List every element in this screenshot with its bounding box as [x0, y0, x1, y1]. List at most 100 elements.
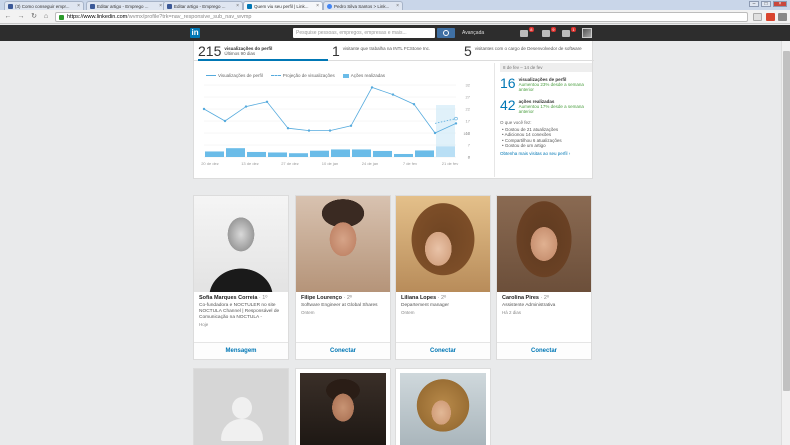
close-tab-icon[interactable]: × — [236, 3, 239, 9]
back-icon[interactable]: ← — [4, 13, 12, 21]
minimize-icon[interactable]: – — [749, 1, 759, 7]
browser-tab-active[interactable]: Quem viu seu perfil | Link... × — [243, 1, 323, 10]
connect-button[interactable]: Conectar — [296, 342, 390, 359]
close-window-icon[interactable]: × — [773, 1, 787, 7]
visitor-card[interactable] — [193, 368, 289, 445]
close-tab-icon[interactable]: × — [396, 3, 399, 9]
close-tab-icon[interactable]: × — [159, 3, 162, 9]
date-range: 8 de fev – 14 de fev — [500, 63, 592, 72]
legend-actions-label: Ações realizadas — [350, 73, 386, 78]
company-count: 1 — [332, 43, 340, 59]
scrollbar-thumb[interactable] — [783, 51, 790, 391]
google-favicon-icon — [327, 3, 332, 9]
star-icon[interactable] — [753, 13, 762, 21]
kpi-actions-number: 42 — [500, 97, 516, 113]
visitor-name[interactable]: Liliana Lopes · 2º — [401, 295, 485, 301]
close-tab-icon[interactable]: × — [316, 3, 319, 9]
message-button[interactable]: Mensagem — [194, 342, 288, 359]
visitor-card[interactable]: Filipe Lourenço · 2º Software Engineer a… — [295, 195, 391, 360]
browser-tab[interactable]: Pedro Silva Santos > Link... × — [323, 1, 403, 10]
actions-bar — [331, 149, 350, 157]
views-point — [349, 124, 353, 127]
legend-views: Visualizações de perfil — [206, 73, 263, 78]
menu-icon[interactable] — [778, 13, 787, 21]
visitor-photo[interactable] — [400, 373, 486, 445]
tab-profile-views[interactable]: 215 visualizações do perfil Últimos 90 di… — [198, 41, 328, 61]
actions-bar — [373, 150, 392, 157]
avatar-head-icon — [232, 397, 252, 419]
anonymous-avatar[interactable] — [194, 369, 288, 445]
browser-tab[interactable]: (3) Como conseguir empr... × — [4, 1, 84, 10]
visitor-photo[interactable] — [194, 196, 288, 292]
visitor-card[interactable]: Liliana Lopes · 2º Departement manager O… — [395, 195, 491, 360]
search-button[interactable] — [437, 28, 455, 38]
actions-bar — [226, 148, 245, 157]
connections-glyph — [562, 30, 570, 37]
add-connections-icon[interactable]: 1 — [562, 27, 576, 38]
linkedin-header: in Pesquise pessoas, empregos, empresas … — [0, 25, 790, 41]
browser-tab[interactable]: Editar artigo - Emprego ... × — [86, 1, 166, 10]
views-point — [202, 107, 206, 111]
maximize-icon[interactable]: □ — [761, 1, 771, 7]
y-right-tick-label: 0 — [468, 155, 471, 160]
legend-bar-swatch — [342, 73, 349, 78]
connect-button[interactable]: Conectar — [497, 342, 591, 359]
company-label: visitante que trabalha na INTL FCStone I… — [342, 46, 431, 51]
kpi-views: 16 visualizações de perfil Aumentou 23% d… — [500, 76, 592, 92]
connect-button[interactable]: Conectar — [396, 342, 490, 359]
facebook-favicon-icon — [90, 3, 95, 9]
y-tick-label: 7 — [468, 143, 471, 148]
visitor-photo[interactable] — [396, 196, 490, 292]
facebook-favicon-icon — [8, 3, 13, 9]
url-input[interactable]: https://www.linkedin.com/wvmx/profile?tr… — [55, 12, 748, 22]
avatar[interactable] — [582, 28, 592, 38]
notifications-icon[interactable]: 9 — [542, 27, 556, 38]
visitor-headline: Assistente Administrativa — [502, 303, 556, 308]
visitor-name[interactable]: Carolina Pires · 2º — [502, 295, 586, 301]
visitor-name[interactable]: Sofia Marques Correia · 1º — [199, 295, 283, 301]
linkedin-logo[interactable]: in — [190, 28, 201, 38]
actions-bar — [205, 151, 224, 157]
kpi-views-trend: Aumentou 23% desde a semana anterior — [518, 82, 584, 92]
visitor-photo[interactable] — [300, 373, 386, 445]
page-scrollbar[interactable] — [781, 41, 790, 445]
tab-label: Pedro Silva Santos > Link... — [334, 3, 390, 9]
tab-company-visitors[interactable]: 1 visitante que trabalha na INTL FCStone… — [332, 41, 462, 61]
visitor-card[interactable]: Carolina Pires · 2º Assistente Administr… — [496, 195, 592, 360]
actions-bar — [310, 150, 329, 157]
views-point — [223, 119, 227, 123]
messages-badge: 8 — [528, 27, 534, 32]
logo-text: in — [190, 28, 201, 38]
x-tick-label: 27 de dez — [281, 161, 299, 166]
url-host: https://www.linkedin.com — [67, 14, 128, 20]
more-visits-link[interactable]: Obtenha mais visitas ao seu perfil › — [500, 151, 592, 157]
tab-role-visitors[interactable]: 5 visitantes com o cargo de Desenvolvedo… — [464, 41, 592, 61]
forward-icon[interactable]: → — [17, 13, 25, 21]
visitor-card[interactable] — [395, 368, 491, 445]
profile-stats-panel: 215 visualizações do perfil Últimos 90 di… — [193, 41, 594, 179]
tab-label: Editar artigo - Emprego ... — [174, 3, 226, 9]
window-controls: – □ × — [749, 1, 787, 7]
actions-bar — [415, 150, 434, 157]
legend-dash-swatch — [270, 75, 281, 76]
kpi-views-text: visualizações de perfil Aumentou 23% desd… — [519, 76, 592, 92]
search-input[interactable]: Pesquise pessoas, empregos, empresas e m… — [293, 28, 435, 38]
visitor-card[interactable]: Sofia Marques Correia · 1º Co-fundadora … — [193, 195, 289, 360]
visitor-photo[interactable] — [497, 196, 591, 292]
home-icon[interactable]: ⌂ — [42, 13, 50, 21]
visitor-name[interactable]: Filipe Lourenço · 2º — [301, 295, 385, 301]
legend-line-swatch — [206, 75, 216, 76]
extension-icon[interactable] — [766, 13, 775, 21]
visitor-name-text: Liliana Lopes — [401, 295, 437, 301]
tab-label: Editar artigo - Emprego ... — [97, 3, 149, 9]
messages-icon[interactable]: 8 — [520, 27, 534, 38]
close-tab-icon[interactable]: × — [77, 3, 80, 9]
browser-tab[interactable]: Editar artigo - Emprego ... × — [163, 1, 243, 10]
visitor-info: Carolina Pires · 2º Assistente Administr… — [497, 292, 591, 342]
reload-icon[interactable]: ↻ — [30, 13, 38, 21]
visitor-card[interactable] — [295, 368, 391, 445]
visitor-info: Sofia Marques Correia · 1º Co-fundadora … — [194, 292, 288, 342]
tab-label: Quem viu seu perfil | Link... — [254, 3, 309, 9]
visitor-photo[interactable] — [296, 196, 390, 292]
advanced-search-link[interactable]: Avançada — [462, 30, 484, 36]
